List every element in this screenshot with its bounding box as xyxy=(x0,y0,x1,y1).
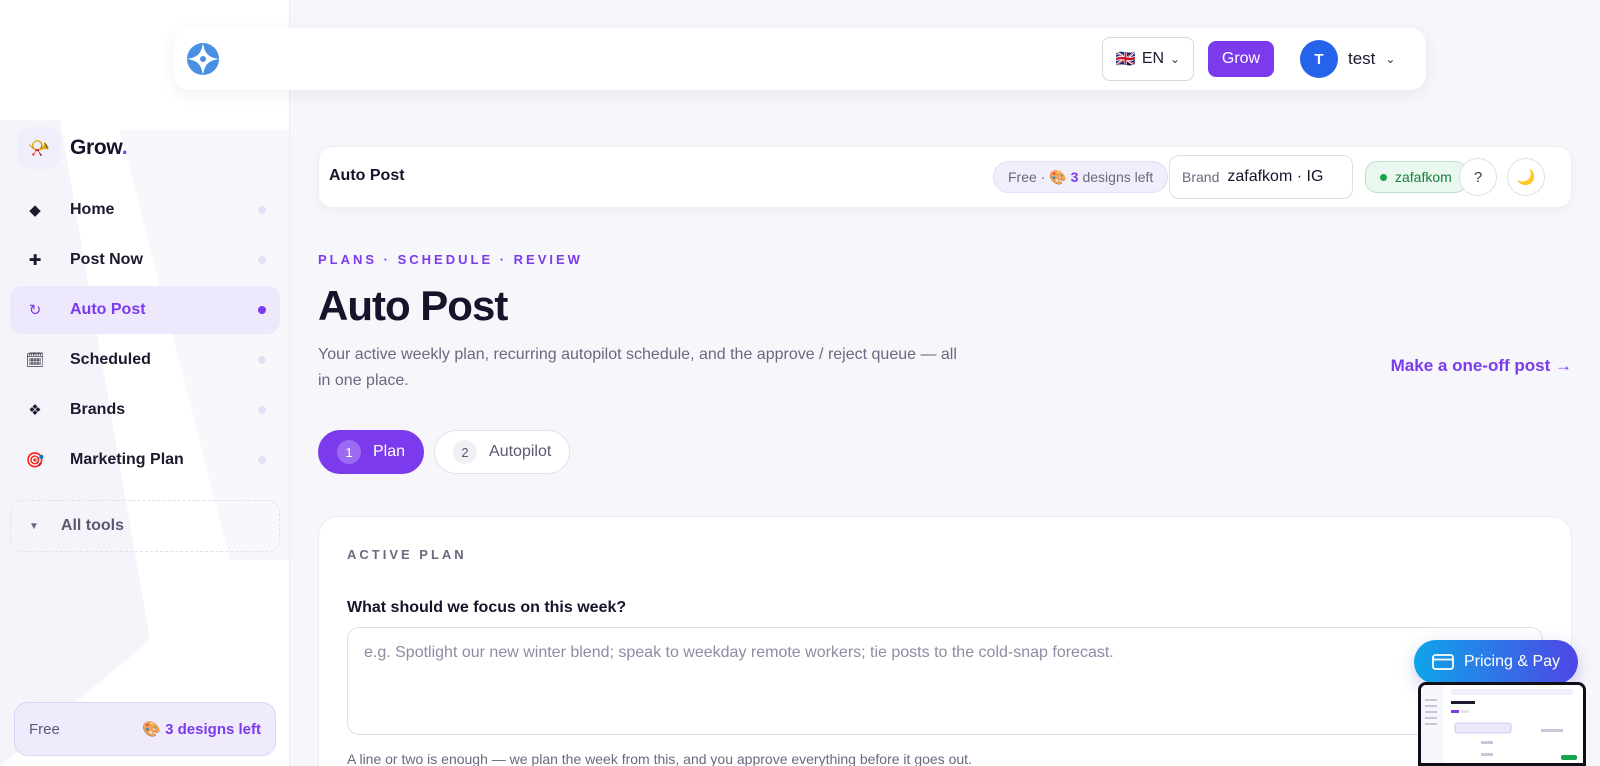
sidebar-item-post-now[interactable]: ✚ Post Now xyxy=(10,236,280,284)
help-icon: ? xyxy=(1473,168,1483,186)
focus-question-label: What should we focus on this week? xyxy=(347,599,627,616)
sidebar-item-label: Brands xyxy=(70,401,126,418)
page-subtitle: Your active weekly plan, recurring autop… xyxy=(318,346,957,389)
app-logo-icon[interactable] xyxy=(186,42,220,76)
brand-select-label: Brand xyxy=(1182,169,1220,185)
plus-icon: ✚ xyxy=(28,252,42,269)
focus-helper-text: A line or two is enough — we plan the we… xyxy=(347,751,972,766)
theme-toggle-button[interactable]: 🌙 xyxy=(1507,158,1545,196)
tab-plan[interactable]: 1 Plan xyxy=(318,430,425,474)
page-title: Auto Post xyxy=(318,282,508,329)
brand-select-value: zafafkom · IG xyxy=(1227,168,1324,185)
language-value: EN xyxy=(1141,50,1165,67)
chevron-down-icon: ⌄ xyxy=(1170,52,1181,66)
tab-autopilot[interactable]: 2 Autopilot xyxy=(434,430,571,474)
top-bar: 🇬🇧 EN ⌄ Grow T test ⌄ xyxy=(174,28,1426,90)
sidebar-brand[interactable]: 📯 Grow. xyxy=(18,127,128,169)
sidebar-item-marketing-plan[interactable]: 🎯 Marketing Plan xyxy=(10,436,280,484)
nav-indicator-dot xyxy=(258,456,266,464)
tab-label: Autopilot xyxy=(489,443,552,460)
sidebar-item-scheduled[interactable]: 🗓 Scheduled xyxy=(10,336,280,384)
diamond-icon: ◆ xyxy=(29,202,41,219)
weekly-focus-input[interactable] xyxy=(347,627,1543,735)
all-tools-toggle[interactable]: ▼ All tools xyxy=(10,500,280,552)
nav-indicator-dot xyxy=(258,256,266,264)
active-plan-heading: ACTIVE PLAN xyxy=(347,547,467,562)
active-plan-card: ACTIVE PLAN What should we focus on this… xyxy=(318,516,1572,766)
page-eyebrow: PLANS · SCHEDULE · REVIEW xyxy=(318,252,583,267)
sidebar-item-brands[interactable]: ❖ Brands xyxy=(10,386,280,434)
brand-logo-icon: 📯 xyxy=(18,127,60,169)
nav-indicator-dot xyxy=(258,356,266,364)
user-name: test xyxy=(1348,49,1376,68)
grow-button[interactable]: Grow xyxy=(1208,41,1274,77)
language-select[interactable]: 🇬🇧 EN ⌄ xyxy=(1102,37,1194,81)
brand-name: Grow. xyxy=(70,136,128,159)
sidebar-item-auto-post[interactable]: ↻ Auto Post xyxy=(10,286,280,334)
pricing-pay-label: Pricing & Pay xyxy=(1463,653,1561,670)
chevron-down-icon: ⌄ xyxy=(1385,52,1396,66)
step-tabs: 1 Plan 2 Autopilot xyxy=(318,430,571,474)
nav-indicator-dot xyxy=(258,206,266,214)
brands-icon: ❖ xyxy=(28,402,42,419)
page-header-bar: Auto Post Free · 🎨 3 designs left Brand … xyxy=(318,146,1572,208)
preview-thumbnail-image xyxy=(1421,685,1583,763)
connection-status-badge: zafafkom xyxy=(1365,161,1467,193)
tab-label: Plan xyxy=(373,443,406,460)
nav-indicator-dot xyxy=(258,406,266,414)
brand-select[interactable]: Brand zafafkom · IG xyxy=(1169,155,1353,199)
caret-down-icon: ▼ xyxy=(29,520,39,532)
uk-flag-icon: 🇬🇧 xyxy=(1115,51,1136,68)
designs-left-badge: Free · 🎨 3 designs left xyxy=(993,161,1169,193)
sidebar-item-label: Marketing Plan xyxy=(70,451,184,468)
help-button[interactable]: ? xyxy=(1459,158,1497,196)
step-number: 2 xyxy=(453,440,478,464)
step-number: 1 xyxy=(337,440,361,464)
all-tools-label: All tools xyxy=(60,517,125,534)
refresh-icon: ↻ xyxy=(28,302,42,319)
avatar: T xyxy=(1300,40,1338,78)
plan-tier-label: Free xyxy=(29,720,60,738)
moon-icon: 🌙 xyxy=(1516,169,1536,186)
sidebar-item-label: Post Now xyxy=(70,251,143,268)
sidebar-item-label: Auto Post xyxy=(70,301,146,318)
status-label: zafafkom xyxy=(1395,169,1452,185)
make-one-off-post-link[interactable]: Make a one-off post → xyxy=(1391,356,1572,376)
user-menu[interactable]: T test ⌄ xyxy=(1300,40,1395,78)
sidebar-item-label: Scheduled xyxy=(70,351,151,368)
credit-card-icon xyxy=(1432,654,1454,670)
preview-thumbnail[interactable] xyxy=(1418,682,1586,766)
sidebar-item-label: Home xyxy=(70,201,115,218)
sidebar-item-home[interactable]: ◆ Home xyxy=(10,186,280,234)
sidebar-nav: ◆ Home ✚ Post Now ↻ Auto Post 🗓 Schedule… xyxy=(10,186,280,486)
designs-left-value: 🎨 3 designs left xyxy=(142,721,261,738)
calendar-icon: 🗓 xyxy=(25,352,45,369)
pricing-pay-button[interactable]: Pricing & Pay xyxy=(1414,640,1578,684)
nav-indicator-dot xyxy=(258,306,266,314)
page-bar-title: Auto Post xyxy=(329,167,405,184)
plan-usage-card[interactable]: Free 🎨 3 designs left xyxy=(14,702,276,756)
sidebar: 📯 Grow. ◆ Home ✚ Post Now ↻ Auto Post 🗓 … xyxy=(0,0,290,766)
target-icon: 🎯 xyxy=(25,452,45,469)
status-dot-icon xyxy=(1380,173,1387,181)
